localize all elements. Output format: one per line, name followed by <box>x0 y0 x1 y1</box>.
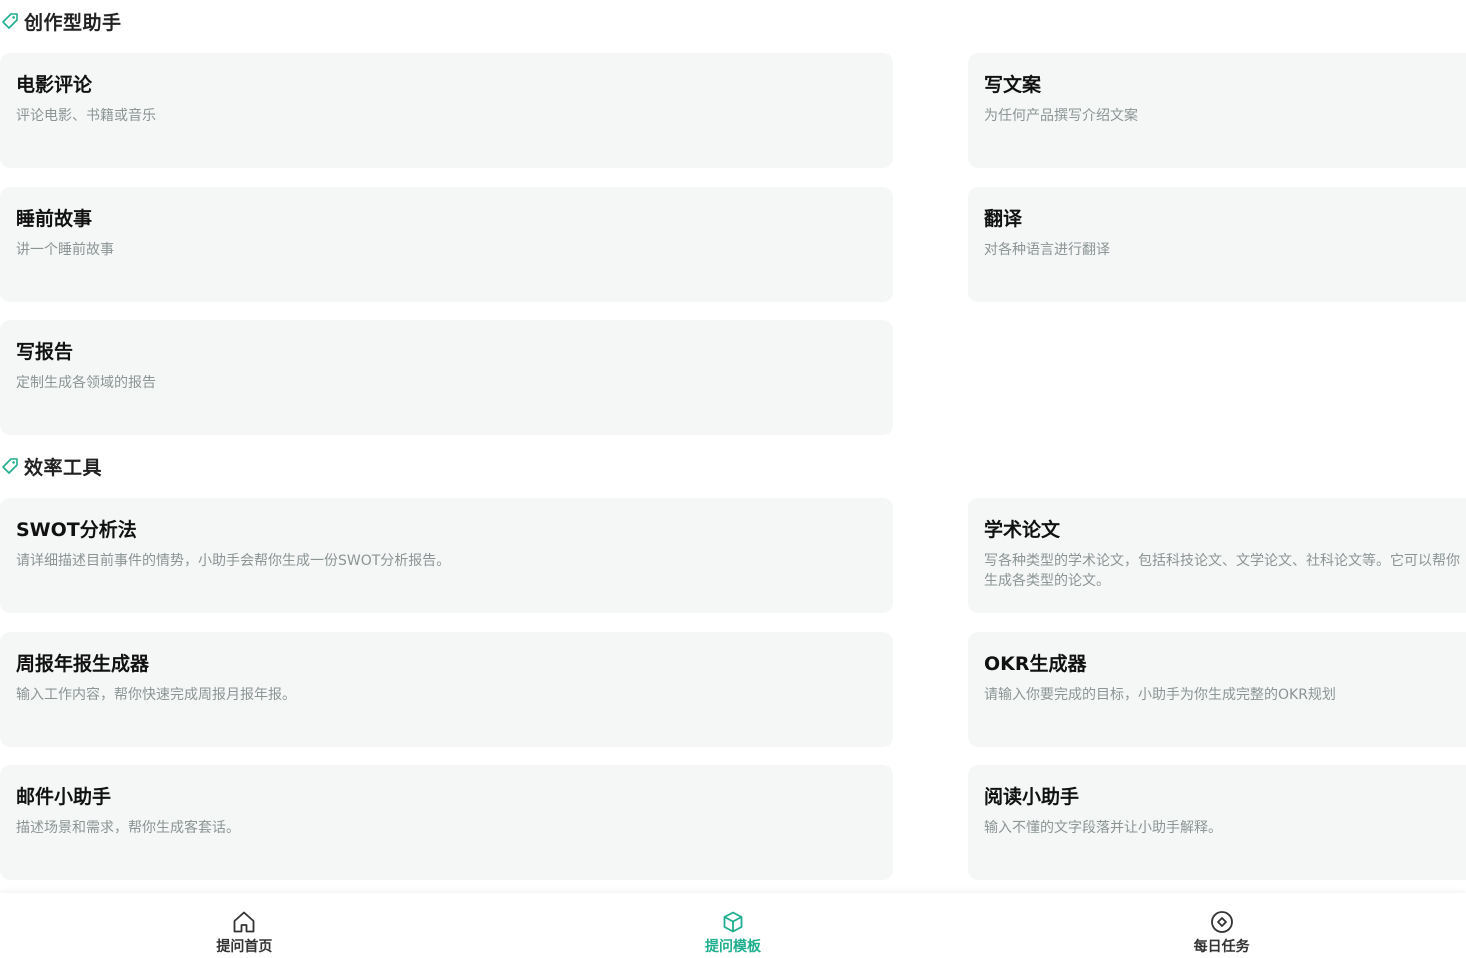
card-description: 输入不懂的文字段落并让小助手解释。 <box>984 820 1222 836</box>
template-card-reading[interactable]: 阅读小助手 输入不懂的文字段落并让小助手解释。 <box>968 765 1466 880</box>
nav-item-templates[interactable]: 提问模板 <box>489 893 978 958</box>
nav-item-home[interactable]: 提问首页 <box>0 893 489 958</box>
template-card-report[interactable]: 写报告 定制生成各领域的报告 <box>0 320 893 435</box>
card-title: 学术论文 <box>984 519 1061 541</box>
card-description: 评论电影、书籍或音乐 <box>16 108 156 124</box>
card-title: 写文案 <box>984 74 1042 96</box>
card-title: 邮件小助手 <box>16 786 112 808</box>
tag-icon <box>0 456 20 476</box>
card-description: 描述场景和需求，帮你生成客套话。 <box>16 820 240 836</box>
card-title: 写报告 <box>16 341 74 363</box>
card-title: 睡前故事 <box>16 208 93 230</box>
card-description: 输入工作内容，帮你快速完成周报月报年报。 <box>16 687 296 703</box>
nav-label: 每日任务 <box>1193 939 1250 955</box>
section-title: 效率工具 <box>24 456 103 479</box>
card-description: 写各种类型的学术论文，包括科技论文、文学论文、社科论文等。它可以帮你生成各类型的… <box>984 553 1460 589</box>
card-title: 周报年报生成器 <box>16 653 150 675</box>
section-header-efficiency: 效率工具 <box>0 454 103 479</box>
card-title: 翻译 <box>984 208 1023 230</box>
template-card-weekly-report[interactable]: 周报年报生成器 输入工作内容，帮你快速完成周报月报年报。 <box>0 632 893 747</box>
template-card-okr[interactable]: OKR生成器 请输入你要完成的目标，小助手为你生成完整的OKR规划 <box>968 632 1466 747</box>
home-icon <box>231 909 257 935</box>
nav-item-daily-tasks[interactable]: 每日任务 <box>977 893 1466 958</box>
card-description: 请输入你要完成的目标，小助手为你生成完整的OKR规划 <box>984 687 1336 703</box>
section-title: 创作型助手 <box>24 11 122 34</box>
template-card-email[interactable]: 邮件小助手 描述场景和需求，帮你生成客套话。 <box>0 765 893 880</box>
template-card-academic-paper[interactable]: 学术论文 写各种类型的学术论文，包括科技论文、文学论文、社科论文等。它可以帮你生… <box>968 498 1466 613</box>
card-title: SWOT分析法 <box>16 519 137 541</box>
card-description: 讲一个睡前故事 <box>16 242 114 258</box>
template-card-movie-review[interactable]: 电影评论 评论电影、书籍或音乐 <box>0 53 893 168</box>
card-description: 为任何产品撰写介绍文案 <box>984 108 1138 124</box>
target-icon <box>1209 909 1235 935</box>
card-description: 定制生成各领域的报告 <box>16 375 156 391</box>
section-header-creative: 创作型助手 <box>0 9 122 34</box>
card-description: 请详细描述目前事件的情势，小助手会帮你生成一份SWOT分析报告。 <box>16 553 451 569</box>
template-card-copywriting[interactable]: 写文案 为任何产品撰写介绍文案 <box>968 53 1466 168</box>
template-card-translate[interactable]: 翻译 对各种语言进行翻译 <box>968 187 1466 302</box>
template-card-bedtime-story[interactable]: 睡前故事 讲一个睡前故事 <box>0 187 893 302</box>
nav-label: 提问模板 <box>705 939 761 955</box>
tag-icon <box>0 11 20 31</box>
card-title: OKR生成器 <box>984 653 1087 675</box>
card-title: 电影评论 <box>16 74 93 96</box>
card-title: 阅读小助手 <box>984 786 1080 808</box>
nav-label: 提问首页 <box>216 939 273 955</box>
template-page: 创作型助手 电影评论 评论电影、书籍或音乐 写文案 为任何产品撰写介绍文案 睡前… <box>0 0 1466 958</box>
bottom-nav: 提问首页 提问模板 每日任务 <box>0 893 1466 958</box>
cube-icon <box>720 909 746 935</box>
card-description: 对各种语言进行翻译 <box>984 242 1110 258</box>
template-card-swot[interactable]: SWOT分析法 请详细描述目前事件的情势，小助手会帮你生成一份SWOT分析报告。 <box>0 498 893 613</box>
